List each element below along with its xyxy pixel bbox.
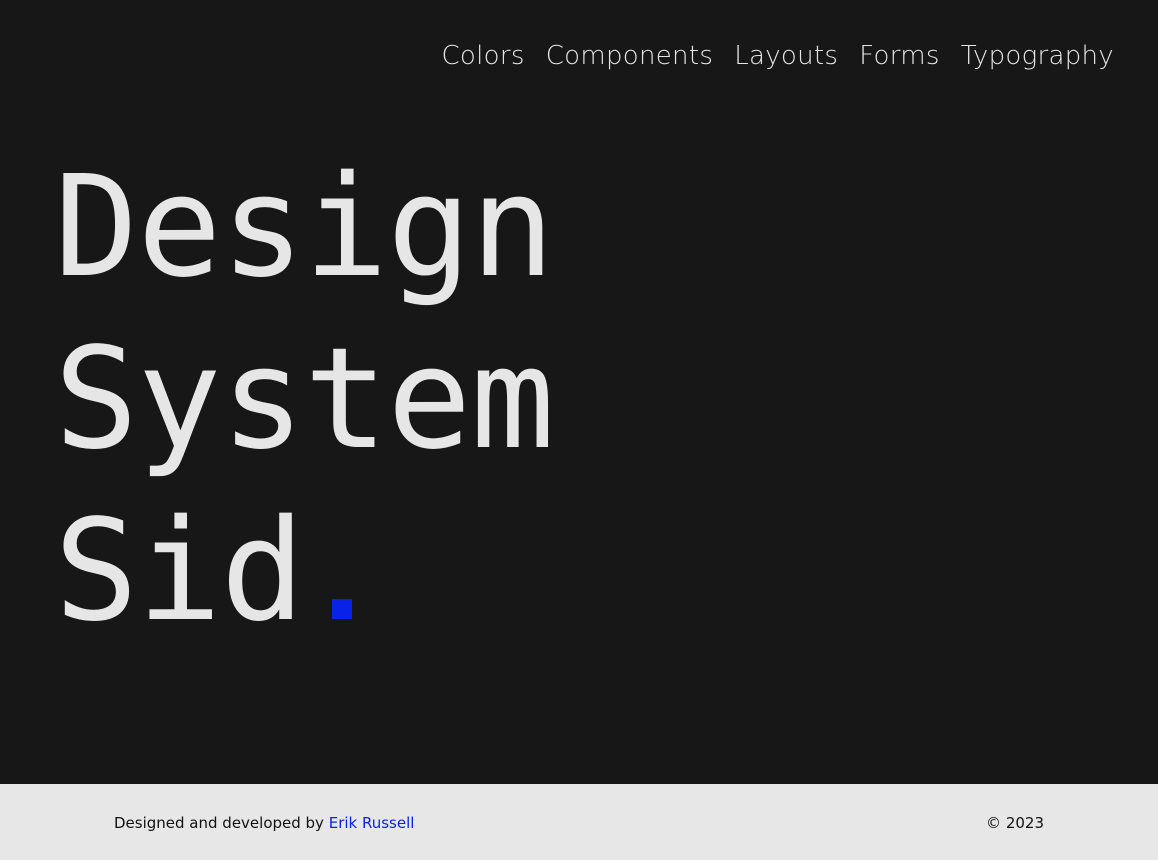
nav-link-colors[interactable]: Colors (441, 38, 524, 74)
nav-link-typography[interactable]: Typography (961, 38, 1114, 74)
author-link[interactable]: Erik Russell (329, 814, 415, 832)
copyright: © 2023 (986, 814, 1044, 832)
hero-line-system: System (54, 318, 555, 481)
hero-line-sid: Sid (54, 486, 554, 658)
hero-title: Design System Sid (54, 142, 555, 658)
footer-credit-text: Designed and developed by (114, 814, 324, 832)
hero-line-design: Design (54, 146, 555, 309)
hero-word-sid: Sid (54, 490, 305, 653)
footer-credit: Designed and developed by Erik Russell (114, 814, 414, 832)
nav-link-components[interactable]: Components (546, 38, 714, 74)
nav-link-forms[interactable]: Forms (859, 38, 940, 74)
accent-dot (331, 599, 352, 619)
main-section: Colors Components Layouts Forms Typograp… (0, 0, 1158, 784)
top-nav: Colors Components Layouts Forms Typograp… (441, 38, 1114, 74)
nav-link-layouts[interactable]: Layouts (734, 38, 838, 74)
footer: Designed and developed by Erik Russell ©… (0, 784, 1158, 860)
